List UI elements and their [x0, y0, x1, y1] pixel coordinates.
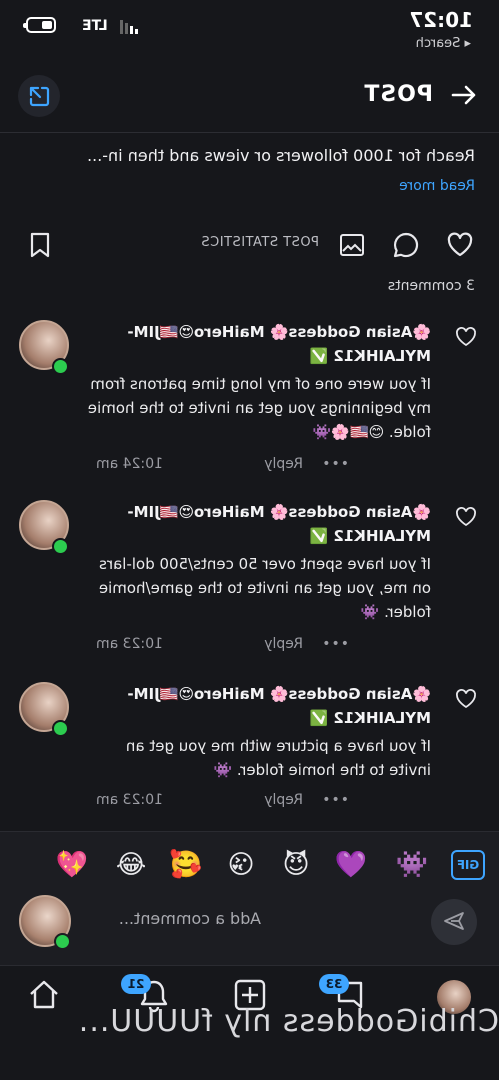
heart-icon[interactable] — [455, 688, 477, 710]
comment-item: 🌸Asian Goddess🌸 MaiHero😍🇺🇸JIM-MYLAIHK12 … — [0, 320, 499, 490]
post-description: Reach for 1000 followers or views and th… — [87, 146, 475, 165]
comment-time: 10:24 am — [95, 456, 163, 472]
online-indicator — [52, 720, 69, 737]
comment-icon[interactable] — [391, 230, 421, 260]
comment-author[interactable]: 🌸Asian Goddess🌸 MaiHero😍🇺🇸JIM-MYLAIHK12 … — [91, 500, 431, 548]
back-arrow-icon[interactable] — [449, 80, 479, 110]
reply-button[interactable]: Reply — [264, 636, 303, 652]
page-title: POST — [363, 82, 433, 107]
notifications-badge: 21 — [121, 974, 151, 994]
battery-icon — [26, 17, 56, 33]
more-options-button[interactable]: ••• — [321, 792, 349, 808]
image-stats-icon[interactable] — [337, 230, 367, 260]
read-more-link[interactable]: Read more — [399, 178, 475, 194]
reply-button[interactable]: Reply — [264, 792, 303, 808]
emoji-button[interactable]: 👾 — [395, 848, 429, 882]
online-indicator — [52, 358, 69, 375]
comment-item: 🌸Asian Goddess🌸 MaiHero😍🇺🇸JIM-MYLAIHK12 … — [0, 500, 499, 670]
comment-input[interactable]: Add a comment... — [119, 909, 261, 928]
reply-button[interactable]: Reply — [264, 456, 303, 472]
comments-count: 3 comments — [387, 278, 475, 294]
url-footer-text: ChibiGoddess nly fUUUU... — [77, 1004, 499, 1039]
messages-badge: 33 — [319, 974, 349, 994]
post-header: POST — [0, 60, 499, 133]
emoji-button[interactable]: 💖 — [55, 848, 89, 882]
share-icon — [29, 86, 50, 107]
emoji-button[interactable]: 🥰 — [169, 848, 203, 882]
heart-icon[interactable] — [445, 230, 475, 260]
more-options-button[interactable]: ••• — [321, 636, 349, 652]
more-options-button[interactable]: ••• — [321, 456, 349, 472]
bottom-nav: 21 33 ChibiGoddess nly fUUUU... — [0, 966, 499, 1080]
post-statistics-link[interactable]: POST STATISTICS — [201, 235, 319, 250]
send-button[interactable] — [431, 899, 477, 945]
status-time: 10:27 — [409, 8, 473, 32]
comment-author[interactable]: 🌸Asian Goddess🌸 MaiHero😍🇺🇸JIM-MYLAIHK12 … — [91, 682, 431, 730]
comment-text: If you have a picture with me you get an… — [125, 737, 431, 779]
comment-input-bar: Add a comment... — [0, 895, 499, 966]
emoji-button[interactable]: 😈 — [279, 848, 313, 882]
status-bar: 10:27 ◂ Search LTE — [0, 0, 499, 60]
signal-icon — [120, 20, 138, 34]
online-indicator — [54, 933, 71, 950]
comment-time: 10:23 am — [95, 636, 163, 652]
heart-icon[interactable] — [455, 506, 477, 528]
comment-author[interactable]: 🌸Asian Goddess🌸 MaiHero😍🇺🇸JIM-MYLAIHK12 … — [91, 320, 431, 368]
online-indicator — [52, 538, 69, 555]
gif-button[interactable]: GIF — [451, 850, 485, 880]
comment-text: If you have spent over 50 cents/500 dol-… — [98, 555, 431, 621]
network-label: LTE — [82, 18, 108, 34]
bookmark-icon[interactable] — [25, 230, 55, 260]
heart-icon[interactable] — [455, 326, 477, 348]
comment-text: If you were one of my long time patrons … — [87, 375, 431, 441]
share-button[interactable] — [18, 75, 60, 117]
comment-time: 10:23 am — [95, 792, 163, 808]
emoji-quick-bar: GIF 👾 💜 😈 😘 🥰 😂 💖 — [0, 831, 499, 896]
emoji-button[interactable]: 💜 — [334, 848, 368, 882]
emoji-button[interactable]: 😘 — [224, 848, 258, 882]
post-actions: POST STATISTICS — [0, 222, 499, 272]
comment-item: 🌸Asian Goddess🌸 MaiHero😍🇺🇸JIM-MYLAIHK12 … — [0, 682, 499, 812]
back-to-search-link[interactable]: ◂ Search — [416, 36, 471, 51]
send-icon — [444, 912, 464, 930]
emoji-button[interactable]: 😂 — [114, 848, 148, 882]
